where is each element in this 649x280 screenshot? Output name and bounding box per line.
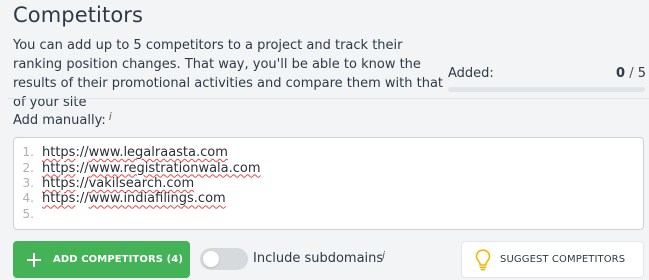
line-number: 2. — [22, 160, 34, 175]
suggest-competitors-button[interactable]: SUGGEST COMPETITORS — [461, 241, 644, 278]
editor-line[interactable]: 2. https://www.registrationwala.com — [14, 160, 643, 176]
added-label: Added: — [448, 66, 494, 81]
add-manually-label: Add manually: i — [13, 110, 112, 128]
toggle-knob — [203, 251, 219, 267]
info-icon[interactable]: i — [382, 249, 385, 262]
editor-line[interactable]: 3. https://vakilsearch.com — [14, 176, 643, 191]
editor-line[interactable]: 4. https://www.indiafilings.com — [14, 191, 643, 206]
competitor-url[interactable]: https://vakilsearch.com — [42, 176, 194, 191]
editor-line[interactable]: 1. https://www.legalraasta.com — [14, 145, 643, 160]
line-number: 4. — [22, 191, 34, 206]
include-subdomains-label: Include subdomains — [253, 251, 384, 266]
competitor-url[interactable]: https://www.legalraasta.com — [42, 145, 228, 160]
add-competitors-label: ADD COMPETITORS (4) — [53, 254, 184, 265]
competitor-url[interactable]: https://www.registrationwala.com — [42, 161, 261, 176]
added-separator: / — [629, 66, 634, 81]
line-number: 3. — [22, 175, 34, 190]
competitors-panel: Competitors You can add up to 5 competit… — [0, 0, 649, 280]
section-title: Competitors — [13, 3, 144, 27]
line-number: 1. — [22, 145, 34, 160]
suggest-competitors-label: SUGGEST COMPETITORS — [500, 254, 626, 265]
lightbulb-icon — [475, 248, 491, 270]
competitor-url[interactable]: https://www.indiafilings.com — [42, 191, 226, 206]
added-count: 0 — [616, 66, 626, 81]
include-subdomains-toggle[interactable] — [200, 248, 248, 270]
info-icon[interactable]: i — [109, 110, 112, 123]
add-manually-text: Add manually: — [13, 113, 106, 128]
divider — [8, 98, 649, 99]
section-description: You can add up to 5 competitors to a pro… — [13, 38, 444, 110]
line-number: 5. — [22, 206, 34, 221]
added-max: 5 — [637, 66, 646, 81]
plus-icon — [27, 252, 41, 267]
editor-line[interactable]: 5. — [14, 207, 643, 222]
competitors-url-editor[interactable]: 1. https://www.legalraasta.com 2. https://w… — [13, 137, 644, 230]
added-counter: 0 / 5 — [616, 66, 646, 81]
add-competitors-button[interactable]: ADD COMPETITORS (4) — [13, 241, 190, 278]
added-progress-bar — [448, 87, 645, 92]
